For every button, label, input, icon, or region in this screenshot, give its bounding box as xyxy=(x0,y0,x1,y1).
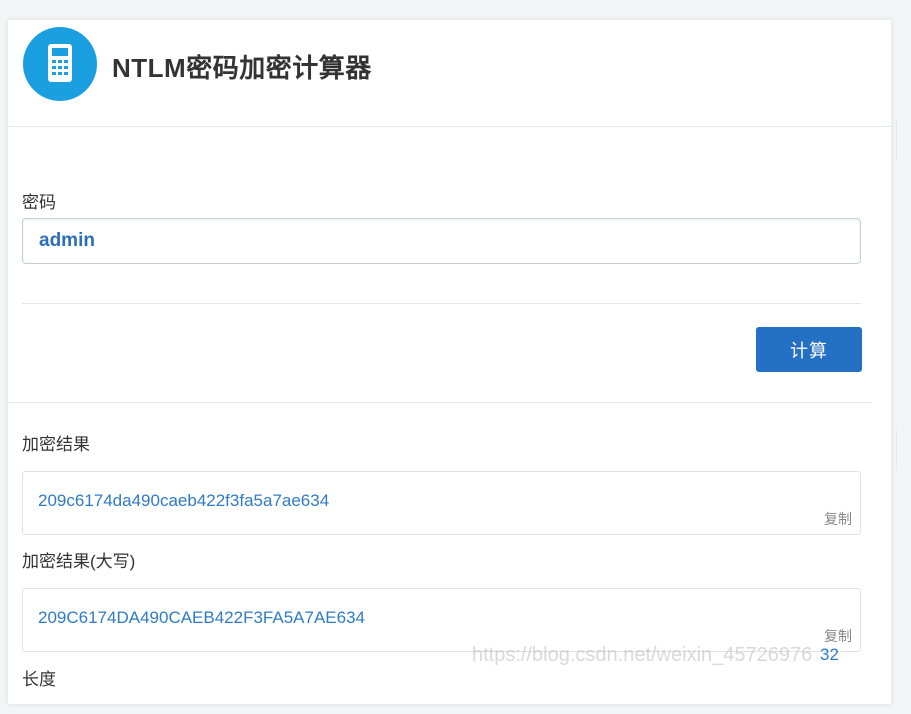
calculator-icon xyxy=(23,27,97,101)
length-label: 长度 xyxy=(22,670,56,689)
background-edge-line xyxy=(896,120,897,160)
result-lowercase-box: 209c6174da490caeb422f3fa5a7ae634 复制 xyxy=(22,471,861,535)
copy-button[interactable]: 复制 xyxy=(824,509,852,529)
result-uppercase-box: 209C6174DA490CAEB422F3FA5A7AE634 复制 xyxy=(22,588,861,652)
result-label: 加密结果 xyxy=(22,435,90,454)
background-edge-line xyxy=(896,430,897,470)
password-input[interactable] xyxy=(22,218,861,264)
result-uppercase-label: 加密结果(大写) xyxy=(22,552,136,571)
result-lowercase-value: 209c6174da490caeb422f3fa5a7ae634 xyxy=(38,491,330,510)
divider xyxy=(8,402,872,403)
copy-button[interactable]: 复制 xyxy=(824,626,852,646)
calculate-button[interactable]: 计算 xyxy=(756,327,862,372)
length-value: 32 xyxy=(820,645,839,664)
result-uppercase-value: 209C6174DA490CAEB422F3FA5A7AE634 xyxy=(38,608,366,627)
password-label: 密码 xyxy=(22,193,56,212)
page-title: NTLM密码加密计算器 xyxy=(112,53,372,83)
divider xyxy=(22,303,861,304)
calculator-card: NTLM密码加密计算器 密码 计算 加密结果 209c6174da490caeb… xyxy=(8,20,891,704)
watermark: https://blog.csdn.net/weixin_45726976 xyxy=(472,644,813,666)
card-header: NTLM密码加密计算器 xyxy=(8,20,891,127)
